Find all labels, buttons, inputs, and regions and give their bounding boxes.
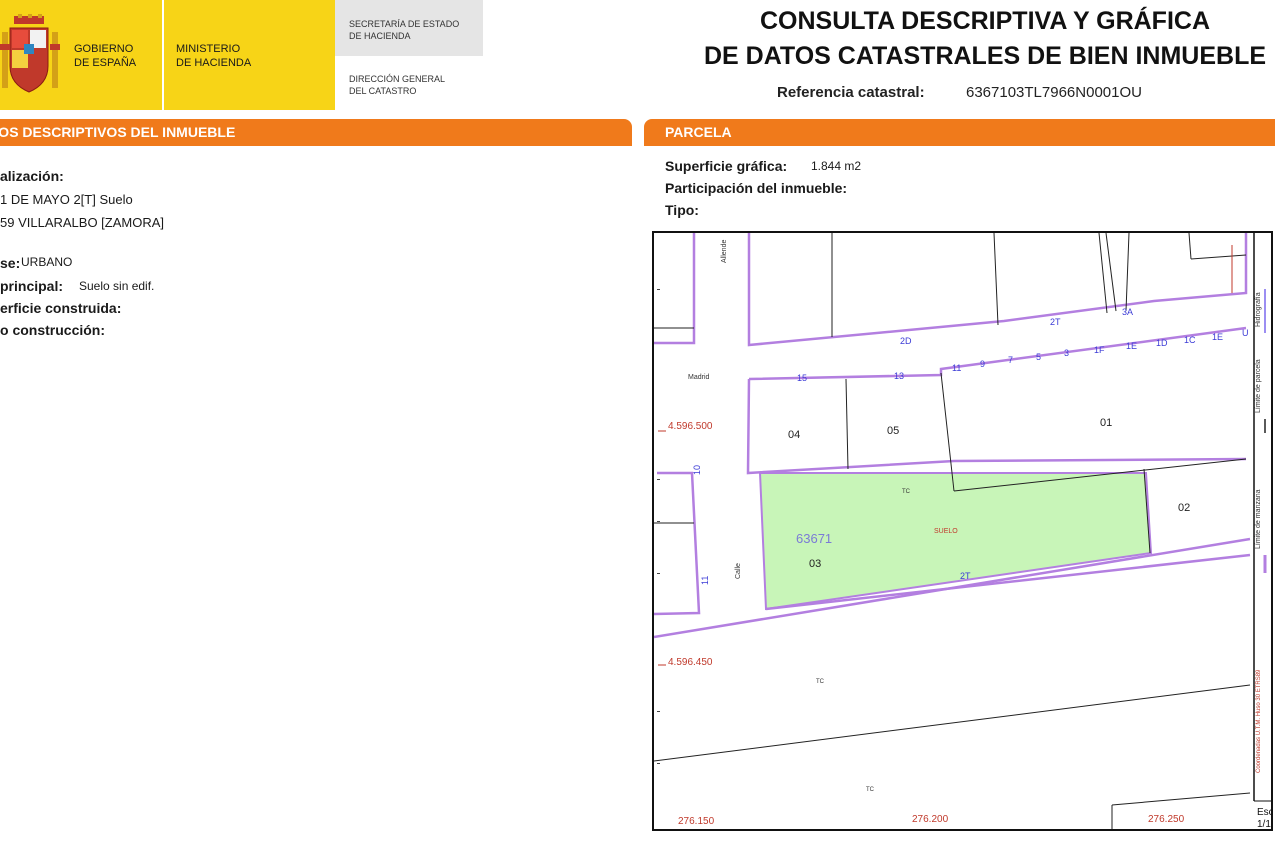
gobierno-line1: GOBIERNO [74, 43, 134, 55]
logo-divider [162, 0, 164, 110]
scale-label-1: Esc [1257, 807, 1271, 818]
street-number-1e-b: 1E [1212, 332, 1223, 342]
ministerio-line1: MINISTERIO [176, 43, 241, 55]
section-title-descriptivos: TOS DESCRIPTIVOS DEL INMUEBLE [0, 124, 236, 140]
street-number-11: 11 [952, 363, 961, 373]
direccion-line1: DIRECCIÓN GENERAL [349, 74, 446, 84]
parcel-label-05: 05 [887, 425, 899, 437]
street-number-13: 13 [894, 371, 904, 381]
street-number-11-vertical: 11 [700, 576, 710, 585]
street-number-9: 9 [980, 359, 985, 369]
parcel-label-03: 03 [809, 558, 821, 570]
street-number-10: 10 [692, 465, 702, 475]
participacion-label: Participación del inmueble: [665, 180, 848, 196]
tc-label-3: TC [866, 787, 875, 793]
ref-label: Referencia catastral: [777, 84, 925, 101]
clase-value: URBANO [21, 255, 73, 269]
tc-label-2: TC [816, 679, 825, 685]
edge-tick-marks [657, 289, 660, 764]
tipo-label: Tipo: [665, 202, 699, 218]
direccion-line2: DEL CATASTRO [349, 86, 417, 96]
street-number-3: 3 [1064, 348, 1069, 358]
x-coord-276150: 276.150 [678, 816, 715, 827]
address-line2: 59 VILLARALBO [ZAMORA] [0, 215, 165, 230]
street-number-1e: 1E [1126, 341, 1137, 351]
ministerio-line2: DE HACIENDA [176, 57, 252, 69]
y-coord-4596500: 4.596.500 [668, 421, 713, 432]
coordinate-ticks [658, 245, 1233, 666]
x-coord-276250: 276.250 [1148, 814, 1185, 825]
cadastral-map-svg: Allende Madrid Calle 4.596.500 4.596.450… [654, 233, 1271, 829]
legend-limite-parcela: Límite de parcela [1255, 359, 1262, 413]
suelo-label: SUELO [934, 528, 958, 535]
legend-coords-note: Coordenadas U.T.M. Huso 30 ETRS89 [1256, 669, 1262, 773]
street-number-5: 5 [1036, 352, 1041, 362]
street-number-1c: 1C [1184, 335, 1196, 345]
street-name-madrid: Madrid [688, 374, 710, 381]
parcel-label-04: 04 [788, 429, 800, 441]
scale-label-2: 1/1 [1257, 819, 1271, 829]
direccion-label: DIRECCIÓN GENERAL DEL CATASTRO [349, 73, 445, 97]
x-coord-276200: 276.200 [912, 814, 949, 825]
clase-label: se: [0, 255, 21, 271]
street-name-allende: Allende [721, 240, 728, 263]
section-title-parcela: PARCELA [665, 124, 732, 140]
gobierno-label: GOBIERNO DE ESPAÑA [74, 42, 136, 70]
street-number-u: U [1242, 328, 1249, 338]
title-line2: DE DATOS CATASTRALES DE BIEN INMUEBLE [703, 42, 1267, 70]
uso-label: principal: [0, 278, 64, 294]
y-coord-4596450: 4.596.450 [668, 657, 713, 668]
superficie-grafica-label: Superficie gráfica: [665, 158, 788, 174]
legend-limite-manzana: Límite de manzana [1255, 489, 1262, 549]
ministerio-label: MINISTERIO DE HACIENDA [176, 42, 251, 70]
street-number-2t-bottom: 2T [960, 571, 971, 581]
section-bar-parcela: PARCELA [644, 119, 1275, 146]
parcel-label-01: 01 [1100, 417, 1112, 429]
superficie-grafica-value: 1.844 m2 [811, 159, 862, 173]
secretaria-line1: SECRETARÍA DE ESTADO [349, 19, 460, 29]
address-line1: 1 DE MAYO 2[T] Suelo [0, 192, 133, 207]
street-number-15: 15 [797, 373, 807, 383]
street-number-2t: 2T [1050, 317, 1061, 327]
ref-value: 6367103TL7966N0001OU [966, 84, 1142, 101]
street-number-1d: 1D [1156, 338, 1168, 348]
title-line1: CONSULTA DESCRIPTIVA Y GRÁFICA [759, 7, 1211, 35]
street-number-2d: 2D [900, 336, 912, 346]
parcel-label-02: 02 [1178, 502, 1190, 514]
street-number-7: 7 [1008, 355, 1013, 365]
secretaria-label: SECRETARÍA DE ESTADO DE HACIENDA [349, 18, 459, 42]
gobierno-line2: DE ESPAÑA [74, 57, 137, 69]
secretaria-line2: DE HACIENDA [349, 31, 411, 41]
section-bar-descriptivos: TOS DESCRIPTIVOS DEL INMUEBLE [0, 119, 632, 146]
uso-value: Suelo sin edif. [79, 279, 155, 293]
superficie-construida-label: erficie construida: [0, 300, 122, 316]
construccion-label: o construcción: [0, 322, 106, 338]
tc-label-1: TC [902, 489, 911, 495]
parcel-ref-number: 63671 [796, 531, 832, 546]
coat-of-arms-icon [0, 14, 60, 93]
legend-hidrografia: Hidrografía [1255, 292, 1262, 327]
street-number-1f: 1F [1094, 345, 1105, 355]
page-title: CONSULTA DESCRIPTIVA Y GRÁFICA DE DATOS … [680, 4, 1275, 74]
street-number-3a: 3A [1122, 307, 1133, 317]
cadastral-map[interactable]: Allende Madrid Calle 4.596.500 4.596.450… [652, 231, 1273, 831]
localizacion-label: alización: [0, 168, 64, 184]
street-name-calle: Calle [735, 563, 742, 579]
